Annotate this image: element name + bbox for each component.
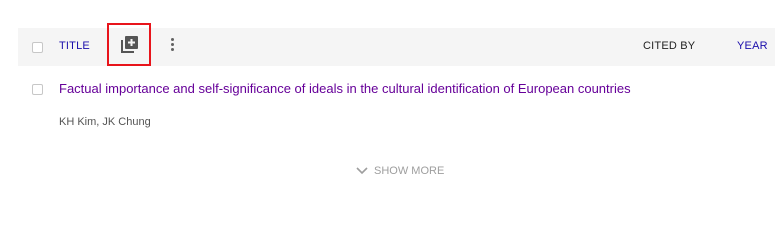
more-actions-button[interactable] [167, 38, 177, 56]
more-vertical-icon-dot [170, 38, 174, 41]
show-more-label: SHOW MORE [374, 165, 445, 177]
cited-by-column-header: CITED BY [643, 40, 696, 52]
chevron-down-icon [356, 167, 368, 175]
select-all-checkbox[interactable] [32, 42, 43, 53]
article-title-link[interactable]: Factual importance and self-significance… [59, 80, 639, 97]
article-authors: KH Kim, JK Chung [59, 116, 151, 128]
add-article-button[interactable] [107, 23, 151, 66]
show-more-button[interactable]: SHOW MORE [356, 163, 444, 179]
publications-table-header: TITLE CITED BY YEAR [18, 23, 775, 66]
publications-panel: TITLE CITED BY YEAR Factual importance a… [0, 0, 775, 219]
article-select-checkbox[interactable] [32, 84, 43, 95]
more-vertical-icon-dot [170, 48, 174, 51]
sort-by-year-button[interactable]: YEAR [737, 40, 768, 52]
more-vertical-icon-dot [170, 43, 174, 46]
add-box-icon [121, 36, 138, 53]
sort-by-title-button[interactable]: TITLE [59, 40, 90, 52]
